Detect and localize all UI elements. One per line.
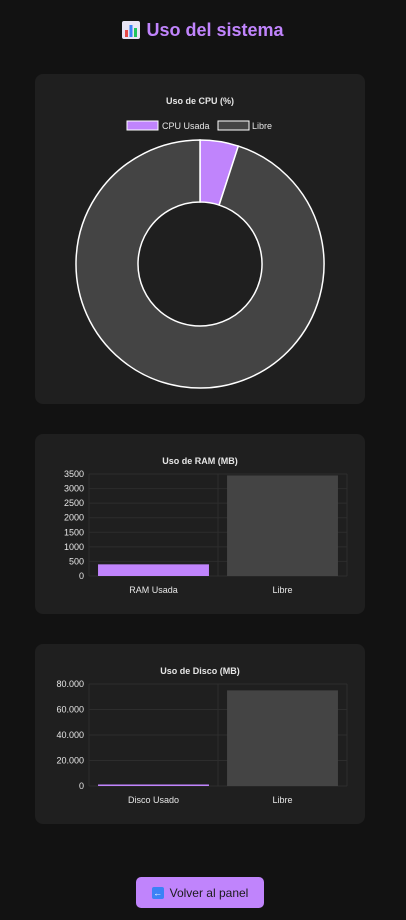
x-category-label: Disco Usado	[128, 795, 179, 805]
x-category-label: Libre	[272, 795, 292, 805]
cpu-chart-card: Uso de CPU (%) CPU Usada Libre	[35, 74, 365, 404]
arrow-left-icon: ←	[151, 886, 164, 899]
y-tick-label: 1000	[64, 542, 84, 552]
ram-chart-title: Uso de RAM (MB)	[162, 456, 238, 466]
legend-swatch-cpu-used[interactable]	[126, 120, 159, 131]
y-tick-label: 0	[79, 571, 84, 581]
cpu-chart: Uso de CPU (%) CPU Usada Libre	[75, 96, 325, 389]
back-to-panel-label: Volver al panel	[169, 885, 249, 900]
ram-chart-card: Uso de RAM (MB) 3500 3000 2500 2000 1500 1000…	[35, 434, 365, 614]
bar-libre[interactable]	[227, 475, 338, 576]
y-tick-label: 40.000	[56, 730, 84, 740]
disk-chart-card: Uso de Disco (MB) 80.000 60.000 40.000 20.0…	[35, 644, 365, 824]
y-tick-label: 3000	[64, 484, 84, 494]
page-title: Uso del sistema	[0, 20, 406, 41]
back-to-panel-button[interactable]: ← Volver al panel	[136, 877, 264, 908]
disk-chart-title: Uso de Disco (MB)	[160, 666, 240, 676]
bar-chart-icon	[122, 21, 141, 39]
legend-label-free: Libre	[252, 121, 272, 131]
y-tick-label: 0	[79, 781, 84, 791]
y-tick-label: 2000	[64, 513, 84, 523]
y-tick-label: 60.000	[56, 705, 84, 715]
y-tick-label: 2500	[64, 498, 84, 508]
page-title-text: Uso del sistema	[146, 20, 284, 40]
y-tick-label: 3500	[64, 469, 84, 479]
y-tick-label: 500	[69, 556, 84, 566]
legend-label-cpu-used: CPU Usada	[162, 121, 210, 131]
bar-ram-usada[interactable]	[98, 564, 209, 576]
y-tick-label: 1500	[64, 527, 84, 537]
y-tick-label: 20.000	[56, 756, 84, 766]
x-category-label: RAM Usada	[129, 585, 178, 595]
ram-chart: Uso de RAM (MB) 3500 3000 2500 2000 1500 1000…	[64, 456, 348, 595]
cpu-chart-title: Uso de CPU (%)	[166, 96, 234, 106]
doughnut-slice-libre[interactable]	[75, 139, 325, 389]
bar-libre[interactable]	[227, 690, 338, 786]
x-category-label: Libre	[272, 585, 292, 595]
bar-disco-usado[interactable]	[98, 784, 209, 786]
y-tick-label: 80.000	[56, 679, 84, 689]
legend-swatch-free[interactable]	[217, 120, 250, 131]
disk-chart: Uso de Disco (MB) 80.000 60.000 40.000 20.0…	[56, 666, 348, 805]
